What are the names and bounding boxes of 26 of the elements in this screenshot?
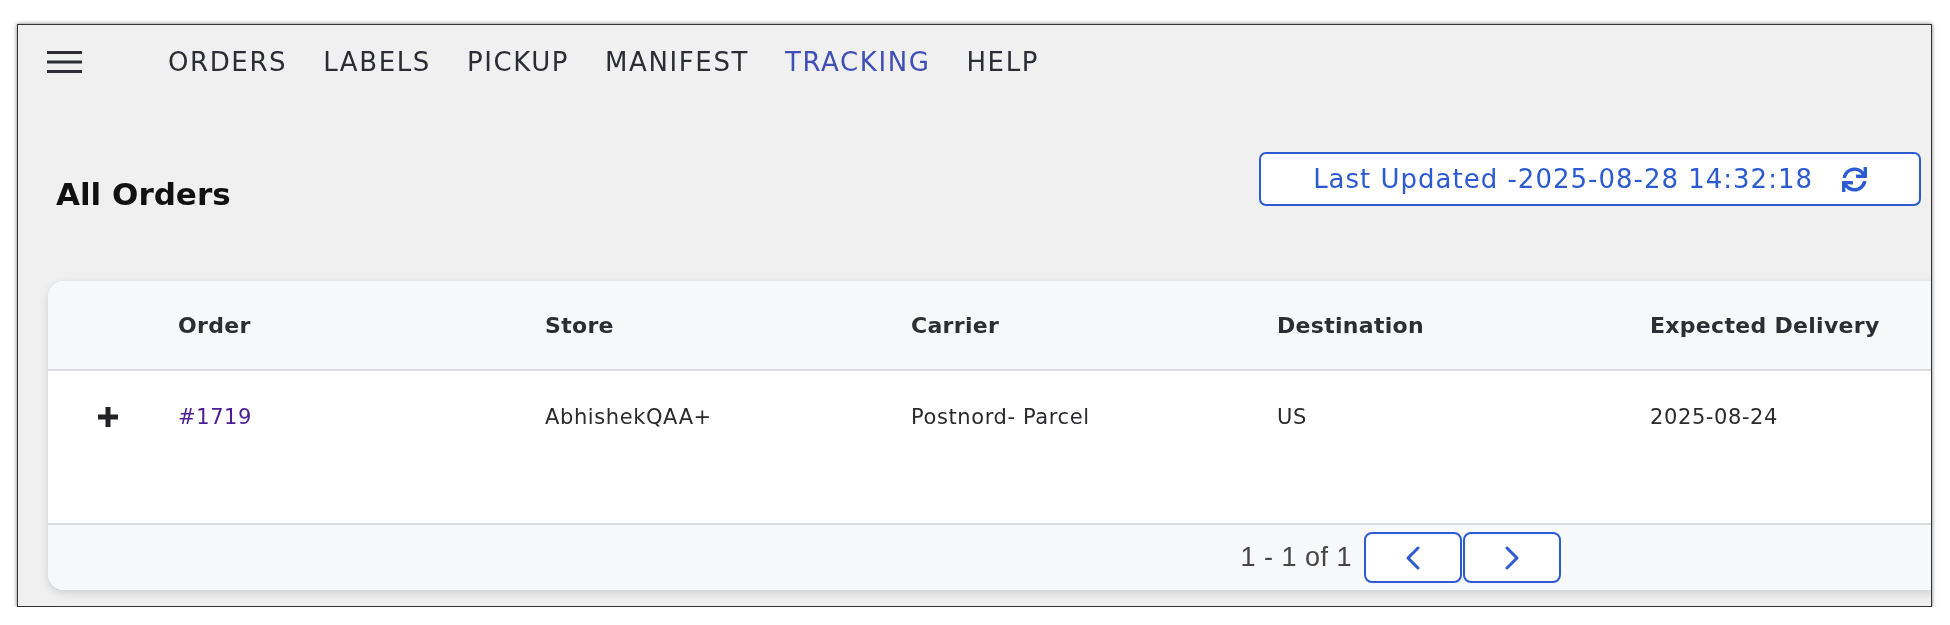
nav-tab[interactable]: LABELS xyxy=(323,46,431,78)
column-header: Order xyxy=(178,312,251,338)
column-header: Store xyxy=(545,312,614,338)
table-cell: Postnord- Parcel xyxy=(911,405,1090,429)
refresh-icon xyxy=(1842,166,1867,192)
pagination-range: 1 - 1 of 1 xyxy=(1240,542,1352,573)
nav-tab[interactable]: HELP xyxy=(966,46,1039,78)
chevron-right-icon xyxy=(1505,545,1519,570)
column-header: Expected Delivery xyxy=(1650,312,1880,338)
nav-tab[interactable]: MANIFEST xyxy=(605,46,749,78)
chevron-left-icon xyxy=(1406,545,1420,570)
next-page-button[interactable] xyxy=(1463,532,1561,583)
previous-page-button[interactable] xyxy=(1364,532,1462,583)
column-header: Carrier xyxy=(911,312,1000,338)
nav-tab[interactable]: ORDERS xyxy=(168,46,288,78)
last-updated-button[interactable]: Last Updated -2025-08-28 14:32:18 xyxy=(1259,152,1921,206)
order-link[interactable]: #1719 xyxy=(178,405,253,429)
page-title: All Orders xyxy=(56,175,231,214)
column-header: Destination xyxy=(1277,312,1424,338)
table-cell: 2025-08-24 xyxy=(1650,405,1779,429)
table-cell: US xyxy=(1277,405,1307,429)
table-cell: AbhishekQAA+ xyxy=(545,405,712,429)
nav-tab[interactable]: TRACKING xyxy=(784,46,931,78)
menu-icon[interactable] xyxy=(47,51,82,73)
nav-tab[interactable]: PICKUP xyxy=(466,46,570,78)
plus-icon[interactable] xyxy=(98,407,118,427)
